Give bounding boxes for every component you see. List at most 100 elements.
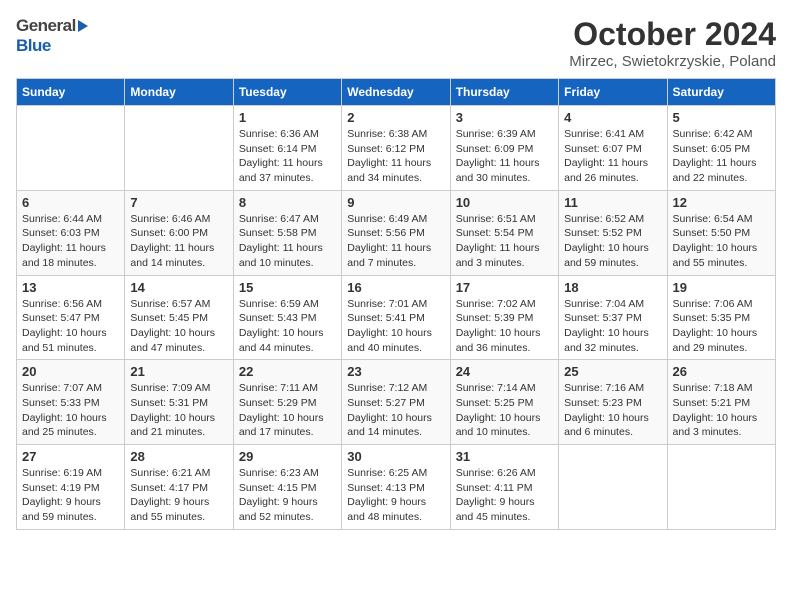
daylight-text: Daylight: 9 hours and 59 minutes. bbox=[22, 495, 119, 524]
sunset-text: Sunset: 5:31 PM bbox=[130, 396, 227, 411]
sunrise-text: Sunrise: 6:56 AM bbox=[22, 297, 119, 312]
day-number: 6 bbox=[22, 195, 119, 210]
daylight-text: Daylight: 11 hours and 10 minutes. bbox=[239, 241, 336, 270]
logo-arrow-icon bbox=[78, 20, 88, 32]
daylight-text: Daylight: 10 hours and 17 minutes. bbox=[239, 411, 336, 440]
sunset-text: Sunset: 4:15 PM bbox=[239, 481, 336, 496]
day-info: Sunrise: 6:36 AMSunset: 6:14 PMDaylight:… bbox=[239, 127, 336, 186]
sunrise-text: Sunrise: 6:51 AM bbox=[456, 212, 553, 227]
day-info: Sunrise: 6:23 AMSunset: 4:15 PMDaylight:… bbox=[239, 466, 336, 525]
daylight-text: Daylight: 10 hours and 55 minutes. bbox=[673, 241, 770, 270]
day-number: 21 bbox=[130, 364, 227, 379]
day-number: 18 bbox=[564, 280, 661, 295]
day-info: Sunrise: 7:01 AMSunset: 5:41 PMDaylight:… bbox=[347, 297, 444, 356]
day-info: Sunrise: 6:49 AMSunset: 5:56 PMDaylight:… bbox=[347, 212, 444, 271]
calendar-cell: 27Sunrise: 6:19 AMSunset: 4:19 PMDayligh… bbox=[17, 445, 125, 530]
day-info: Sunrise: 6:39 AMSunset: 6:09 PMDaylight:… bbox=[456, 127, 553, 186]
day-number: 15 bbox=[239, 280, 336, 295]
sunset-text: Sunset: 5:21 PM bbox=[673, 396, 770, 411]
weekday-header: Saturday bbox=[667, 79, 775, 106]
daylight-text: Daylight: 9 hours and 48 minutes. bbox=[347, 495, 444, 524]
day-info: Sunrise: 7:04 AMSunset: 5:37 PMDaylight:… bbox=[564, 297, 661, 356]
sunrise-text: Sunrise: 6:26 AM bbox=[456, 466, 553, 481]
calendar-cell: 9 Sunrise: 6:49 AMSunset: 5:56 PMDaylight… bbox=[342, 190, 450, 275]
day-number: 8 bbox=[239, 195, 336, 210]
daylight-text: Daylight: 10 hours and 29 minutes. bbox=[673, 326, 770, 355]
daylight-text: Daylight: 10 hours and 10 minutes. bbox=[456, 411, 553, 440]
day-info: Sunrise: 6:21 AMSunset: 4:17 PMDaylight:… bbox=[130, 466, 227, 525]
day-info: Sunrise: 6:52 AMSunset: 5:52 PMDaylight:… bbox=[564, 212, 661, 271]
sunset-text: Sunset: 5:27 PM bbox=[347, 396, 444, 411]
sunset-text: Sunset: 5:37 PM bbox=[564, 311, 661, 326]
day-info: Sunrise: 6:57 AMSunset: 5:45 PMDaylight:… bbox=[130, 297, 227, 356]
daylight-text: Daylight: 9 hours and 55 minutes. bbox=[130, 495, 227, 524]
sunset-text: Sunset: 5:58 PM bbox=[239, 226, 336, 241]
calendar-cell: 20Sunrise: 7:07 AMSunset: 5:33 PMDayligh… bbox=[17, 360, 125, 445]
daylight-text: Daylight: 10 hours and 59 minutes. bbox=[564, 241, 661, 270]
sunset-text: Sunset: 5:45 PM bbox=[130, 311, 227, 326]
calendar-cell bbox=[125, 106, 233, 191]
weekday-header: Tuesday bbox=[233, 79, 341, 106]
day-number: 1 bbox=[239, 110, 336, 125]
day-number: 11 bbox=[564, 195, 661, 210]
sunset-text: Sunset: 5:54 PM bbox=[456, 226, 553, 241]
calendar-cell: 18 Sunrise: 7:04 AMSunset: 5:37 PMDayligh… bbox=[559, 275, 667, 360]
day-number: 5 bbox=[673, 110, 770, 125]
daylight-text: Daylight: 10 hours and 44 minutes. bbox=[239, 326, 336, 355]
sunrise-text: Sunrise: 6:39 AM bbox=[456, 127, 553, 142]
calendar-cell: 17Sunrise: 7:02 AMSunset: 5:39 PMDayligh… bbox=[450, 275, 558, 360]
calendar-cell: 25Sunrise: 7:16 AMSunset: 5:23 PMDayligh… bbox=[559, 360, 667, 445]
weekday-header: Friday bbox=[559, 79, 667, 106]
day-info: Sunrise: 6:46 AMSunset: 6:00 PMDaylight:… bbox=[130, 212, 227, 271]
sunset-text: Sunset: 5:39 PM bbox=[456, 311, 553, 326]
calendar-cell: 16Sunrise: 7:01 AMSunset: 5:41 PMDayligh… bbox=[342, 275, 450, 360]
sunrise-text: Sunrise: 6:57 AM bbox=[130, 297, 227, 312]
sunrise-text: Sunrise: 6:21 AM bbox=[130, 466, 227, 481]
day-number: 4 bbox=[564, 110, 661, 125]
page-header: General Blue October 2024 Mirzec, Swieto… bbox=[16, 16, 776, 70]
sunset-text: Sunset: 5:35 PM bbox=[673, 311, 770, 326]
logo: General Blue bbox=[16, 16, 88, 56]
sunrise-text: Sunrise: 7:11 AM bbox=[239, 381, 336, 396]
calendar-week-row: 6 Sunrise: 6:44 AMSunset: 6:03 PMDaylight… bbox=[17, 190, 776, 275]
day-number: 12 bbox=[673, 195, 770, 210]
day-info: Sunrise: 7:07 AMSunset: 5:33 PMDaylight:… bbox=[22, 381, 119, 440]
calendar-cell: 28Sunrise: 6:21 AMSunset: 4:17 PMDayligh… bbox=[125, 445, 233, 530]
calendar-cell: 3 Sunrise: 6:39 AMSunset: 6:09 PMDaylight… bbox=[450, 106, 558, 191]
day-number: 24 bbox=[456, 364, 553, 379]
day-number: 10 bbox=[456, 195, 553, 210]
daylight-text: Daylight: 10 hours and 32 minutes. bbox=[564, 326, 661, 355]
sunrise-text: Sunrise: 7:04 AM bbox=[564, 297, 661, 312]
daylight-text: Daylight: 11 hours and 37 minutes. bbox=[239, 156, 336, 185]
sunset-text: Sunset: 5:43 PM bbox=[239, 311, 336, 326]
day-info: Sunrise: 7:16 AMSunset: 5:23 PMDaylight:… bbox=[564, 381, 661, 440]
calendar-week-row: 1 Sunrise: 6:36 AMSunset: 6:14 PMDaylight… bbox=[17, 106, 776, 191]
calendar-cell: 31Sunrise: 6:26 AMSunset: 4:11 PMDayligh… bbox=[450, 445, 558, 530]
day-info: Sunrise: 6:56 AMSunset: 5:47 PMDaylight:… bbox=[22, 297, 119, 356]
day-info: Sunrise: 6:19 AMSunset: 4:19 PMDaylight:… bbox=[22, 466, 119, 525]
daylight-text: Daylight: 10 hours and 40 minutes. bbox=[347, 326, 444, 355]
daylight-text: Daylight: 11 hours and 34 minutes. bbox=[347, 156, 444, 185]
daylight-text: Daylight: 11 hours and 14 minutes. bbox=[130, 241, 227, 270]
calendar-cell bbox=[667, 445, 775, 530]
weekday-header: Wednesday bbox=[342, 79, 450, 106]
calendar-cell: 26Sunrise: 7:18 AMSunset: 5:21 PMDayligh… bbox=[667, 360, 775, 445]
title-block: October 2024 Mirzec, Swietokrzyskie, Pol… bbox=[569, 16, 776, 70]
sunset-text: Sunset: 6:14 PM bbox=[239, 142, 336, 157]
calendar-cell bbox=[559, 445, 667, 530]
sunset-text: Sunset: 5:47 PM bbox=[22, 311, 119, 326]
day-number: 7 bbox=[130, 195, 227, 210]
day-number: 9 bbox=[347, 195, 444, 210]
sunrise-text: Sunrise: 6:54 AM bbox=[673, 212, 770, 227]
sunset-text: Sunset: 5:33 PM bbox=[22, 396, 119, 411]
daylight-text: Daylight: 9 hours and 45 minutes. bbox=[456, 495, 553, 524]
sunset-text: Sunset: 6:07 PM bbox=[564, 142, 661, 157]
day-number: 3 bbox=[456, 110, 553, 125]
sunrise-text: Sunrise: 6:46 AM bbox=[130, 212, 227, 227]
calendar-table: SundayMondayTuesdayWednesdayThursdayFrid… bbox=[16, 78, 776, 530]
day-info: Sunrise: 6:44 AMSunset: 6:03 PMDaylight:… bbox=[22, 212, 119, 271]
day-info: Sunrise: 7:02 AMSunset: 5:39 PMDaylight:… bbox=[456, 297, 553, 356]
sunrise-text: Sunrise: 7:14 AM bbox=[456, 381, 553, 396]
logo-blue: Blue bbox=[16, 36, 51, 56]
day-info: Sunrise: 7:12 AMSunset: 5:27 PMDaylight:… bbox=[347, 381, 444, 440]
